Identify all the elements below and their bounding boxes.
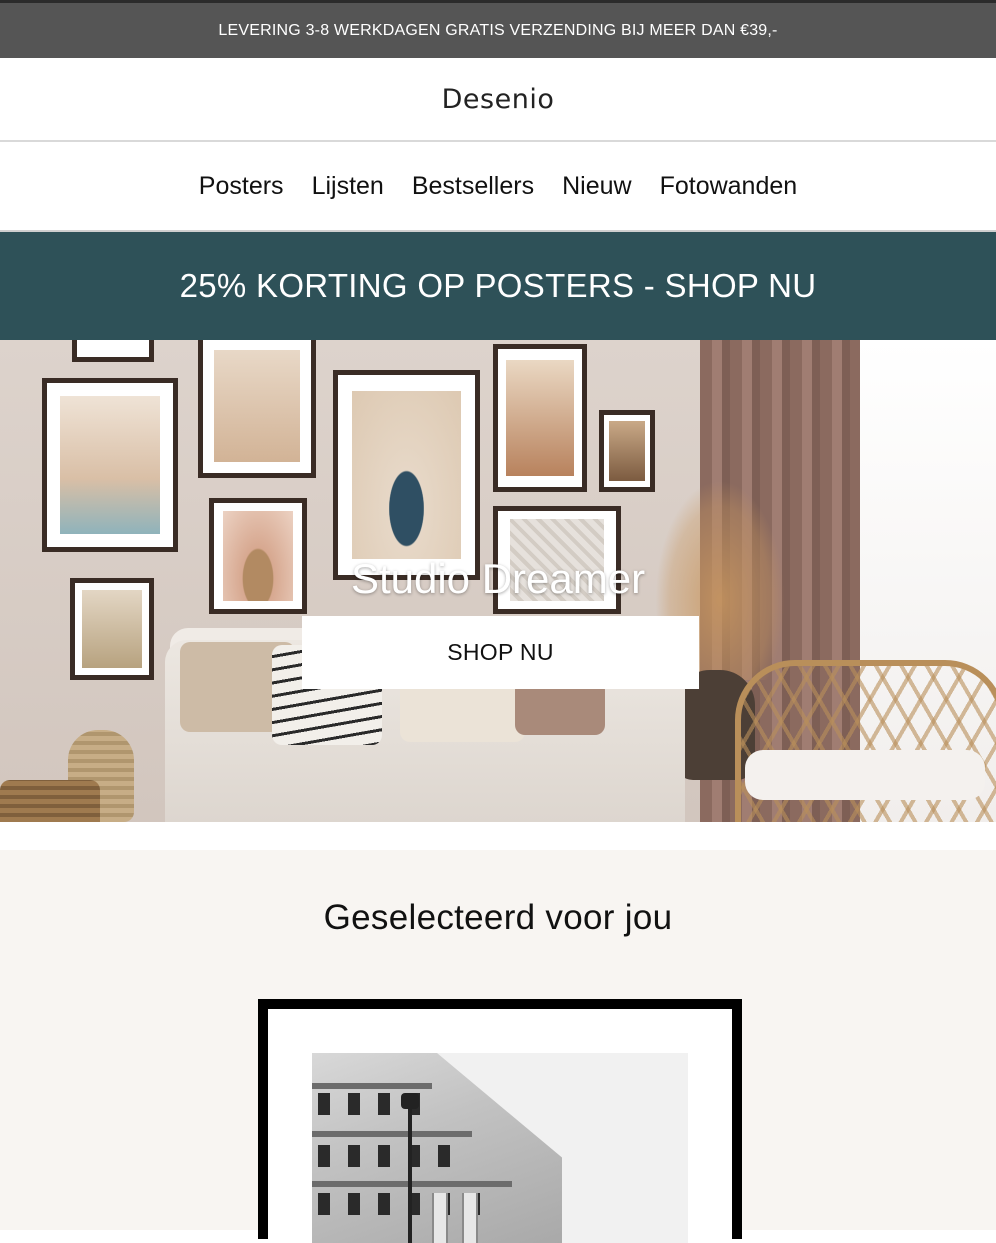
sale-banner[interactable]: 25% KORTING OP POSTERS - SHOP NU <box>0 232 996 340</box>
nav-item-nieuw[interactable]: Nieuw <box>562 172 631 201</box>
sale-banner-text: 25% KORTING OP POSTERS - SHOP NU <box>179 267 817 304</box>
product-poster[interactable] <box>258 999 742 1243</box>
shipping-promo-text: LEVERING 3-8 WERKDAGEN GRATIS VERZENDING… <box>218 21 778 39</box>
logo-bar: Desenio <box>0 58 996 142</box>
hero-chair-cushion <box>745 750 985 800</box>
hero-frame <box>333 370 480 580</box>
hero-pillow <box>400 680 525 742</box>
hero-basket <box>0 780 100 822</box>
poster-image <box>312 1053 688 1243</box>
nav-item-posters[interactable]: Posters <box>199 172 284 201</box>
shop-now-button[interactable]: SHOP NU <box>302 616 699 689</box>
hero-frame <box>72 340 154 362</box>
hero-frame <box>198 340 316 478</box>
main-nav: Posters Lijsten Bestsellers Nieuw Fotowa… <box>0 142 996 232</box>
nav-item-fotowanden[interactable]: Fotowanden <box>660 172 798 201</box>
section-title: Geselecteerd voor jou <box>323 898 673 937</box>
section-spacer <box>0 822 996 850</box>
nav-item-bestsellers[interactable]: Bestsellers <box>412 172 534 201</box>
poster-mat <box>268 1009 732 1243</box>
hero-frame <box>493 344 587 492</box>
nav-item-lijsten[interactable]: Lijsten <box>312 172 384 201</box>
hero-frame <box>599 410 655 492</box>
desenio-logo[interactable]: Desenio <box>442 84 555 115</box>
hero-frame <box>42 378 178 552</box>
hero-title: Studio Dreamer <box>350 555 646 602</box>
shipping-promo-bar: LEVERING 3-8 WERKDAGEN GRATIS VERZENDING… <box>0 3 996 58</box>
